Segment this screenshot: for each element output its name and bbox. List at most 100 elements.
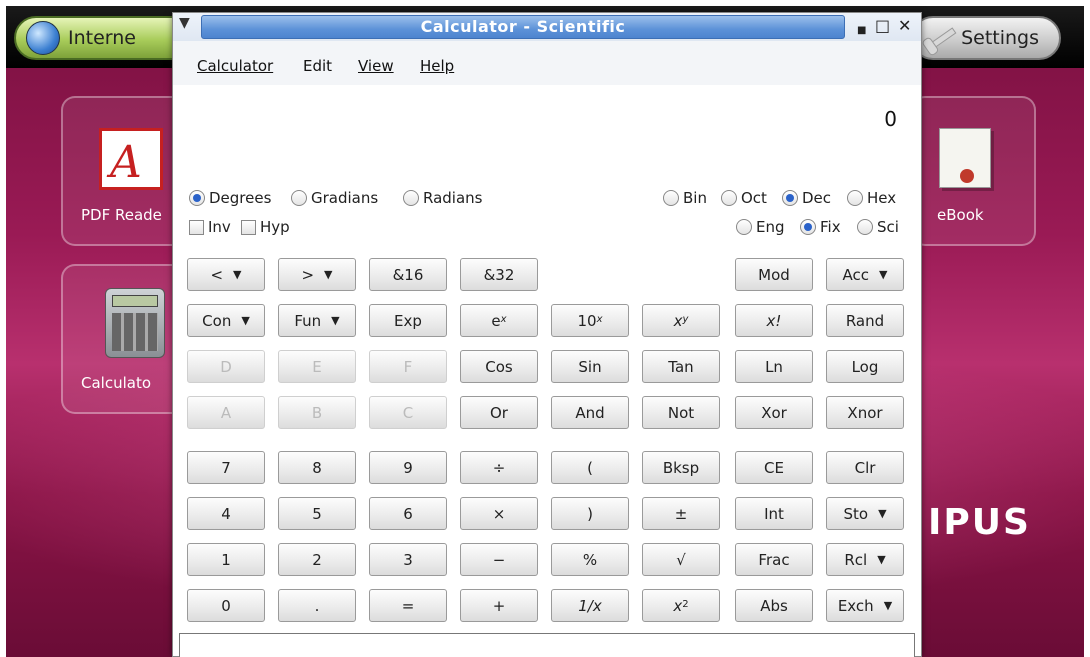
title-bar[interactable]: ▼ Calculator - Scientific ■ □ ✕	[173, 13, 921, 41]
divide-button[interactable]: ÷	[460, 451, 538, 484]
radio-empty-icon	[721, 190, 737, 206]
radio-degrees[interactable]: Degrees	[189, 189, 271, 207]
hex-f-button[interactable]: F	[369, 350, 447, 383]
decimal-point-button[interactable]: .	[278, 589, 356, 622]
dropdown-arrow-icon: ▼	[877, 553, 886, 566]
equals-button[interactable]: =	[369, 589, 447, 622]
settings-launcher-label: Settings	[961, 27, 1039, 49]
radio-bin[interactable]: Bin	[663, 189, 707, 207]
clear-entry-button[interactable]: CE	[735, 451, 813, 484]
square-button[interactable]: x2	[642, 589, 720, 622]
digit-4-button[interactable]: 4	[187, 497, 265, 530]
ten-power-button[interactable]: 10 x	[551, 304, 629, 337]
window-title: Calculator - Scientific	[201, 15, 845, 39]
digit-7-button[interactable]: 7	[187, 451, 265, 484]
calculator-icon	[105, 288, 165, 358]
backspace-button[interactable]: Bksp	[642, 451, 720, 484]
clear-all-button[interactable]: Clr	[826, 451, 904, 484]
exchange-button[interactable]: Exch ▼	[826, 589, 904, 622]
internet-launcher-label: Interne	[68, 27, 136, 49]
hex-b-button[interactable]: B	[278, 396, 356, 429]
digit-9-button[interactable]: 9	[369, 451, 447, 484]
percent-button[interactable]: %	[551, 543, 629, 576]
window-menu-icon[interactable]: ▼	[179, 15, 190, 31]
frac-button[interactable]: Frac	[735, 543, 813, 576]
and-button[interactable]: And	[551, 396, 629, 429]
pdf-icon: A	[99, 128, 163, 190]
checkbox-inv[interactable]: Inv	[189, 218, 231, 236]
plus-button[interactable]: +	[460, 589, 538, 622]
xnor-button[interactable]: Xnor	[826, 396, 904, 429]
dropdown-arrow-icon: ▼	[324, 268, 333, 281]
digit-2-button[interactable]: 2	[278, 543, 356, 576]
digit-6-button[interactable]: 6	[369, 497, 447, 530]
menu-help[interactable]: Help	[420, 57, 454, 75]
cos-button[interactable]: Cos	[460, 350, 538, 383]
tan-button[interactable]: Tan	[642, 350, 720, 383]
radio-empty-icon	[736, 219, 752, 235]
int-button[interactable]: Int	[735, 497, 813, 530]
ebook-icon	[939, 128, 991, 188]
and32-button[interactable]: &32	[460, 258, 538, 291]
mod-button[interactable]: Mod	[735, 258, 813, 291]
digit-3-button[interactable]: 3	[369, 543, 447, 576]
radio-oct[interactable]: Oct	[721, 189, 767, 207]
digit-8-button[interactable]: 8	[278, 451, 356, 484]
multiply-button[interactable]: ×	[460, 497, 538, 530]
radio-selected-icon	[800, 219, 816, 235]
recall-button[interactable]: Rcl ▼	[826, 543, 904, 576]
settings-launcher-button[interactable]: Settings	[911, 16, 1061, 60]
con-button[interactable]: Con ▼	[187, 304, 265, 337]
menu-view[interactable]: View	[358, 57, 394, 75]
rand-button[interactable]: Rand	[826, 304, 904, 337]
ebook-tile[interactable]: eBook	[911, 96, 1036, 246]
maximize-icon[interactable]: □	[875, 16, 890, 36]
radio-eng[interactable]: Eng	[736, 218, 785, 236]
or-button[interactable]: Or	[460, 396, 538, 429]
ln-button[interactable]: Ln	[735, 350, 813, 383]
left-paren-button[interactable]: (	[551, 451, 629, 484]
radio-radians[interactable]: Radians	[403, 189, 483, 207]
exp-button[interactable]: Exp	[369, 304, 447, 337]
fun-button[interactable]: Fun ▼	[278, 304, 356, 337]
acc-button[interactable]: Acc ▼	[826, 258, 904, 291]
radio-empty-icon	[847, 190, 863, 206]
plus-minus-button[interactable]: ±	[642, 497, 720, 530]
not-button[interactable]: Not	[642, 396, 720, 429]
checkbox-hyp[interactable]: Hyp	[241, 218, 290, 236]
close-icon[interactable]: ✕	[898, 16, 911, 36]
shift-right-button[interactable]: > ▼	[278, 258, 356, 291]
hex-e-button[interactable]: E	[278, 350, 356, 383]
menu-edit[interactable]: Edit	[303, 57, 332, 75]
digit-1-button[interactable]: 1	[187, 543, 265, 576]
x-power-y-button[interactable]: xy	[642, 304, 720, 337]
digit-0-button[interactable]: 0	[187, 589, 265, 622]
checkbox-icon	[189, 219, 204, 235]
right-paren-button[interactable]: )	[551, 497, 629, 530]
dropdown-arrow-icon: ▼	[233, 268, 242, 281]
xor-button[interactable]: Xor	[735, 396, 813, 429]
hex-d-button[interactable]: D	[187, 350, 265, 383]
radio-dec[interactable]: Dec	[782, 189, 831, 207]
shift-left-button[interactable]: < ▼	[187, 258, 265, 291]
hex-c-button[interactable]: C	[369, 396, 447, 429]
minimize-icon[interactable]: ■	[857, 21, 866, 41]
sin-button[interactable]: Sin	[551, 350, 629, 383]
menu-calculator[interactable]: Calculator	[197, 57, 273, 75]
factorial-button[interactable]: x!	[735, 304, 813, 337]
and16-button[interactable]: &16	[369, 258, 447, 291]
store-button[interactable]: Sto ▼	[826, 497, 904, 530]
e-power-button[interactable]: ex	[460, 304, 538, 337]
radio-sci[interactable]: Sci	[857, 218, 899, 236]
status-bar	[179, 633, 915, 657]
minus-button[interactable]: −	[460, 543, 538, 576]
radio-gradians[interactable]: Gradians	[291, 189, 378, 207]
reciprocal-button[interactable]: 1/x	[551, 589, 629, 622]
radio-fix[interactable]: Fix	[800, 218, 841, 236]
digit-5-button[interactable]: 5	[278, 497, 356, 530]
log-button[interactable]: Log	[826, 350, 904, 383]
hex-a-button[interactable]: A	[187, 396, 265, 429]
radio-hex[interactable]: Hex	[847, 189, 896, 207]
abs-button[interactable]: Abs	[735, 589, 813, 622]
sqrt-button[interactable]: √	[642, 543, 720, 576]
